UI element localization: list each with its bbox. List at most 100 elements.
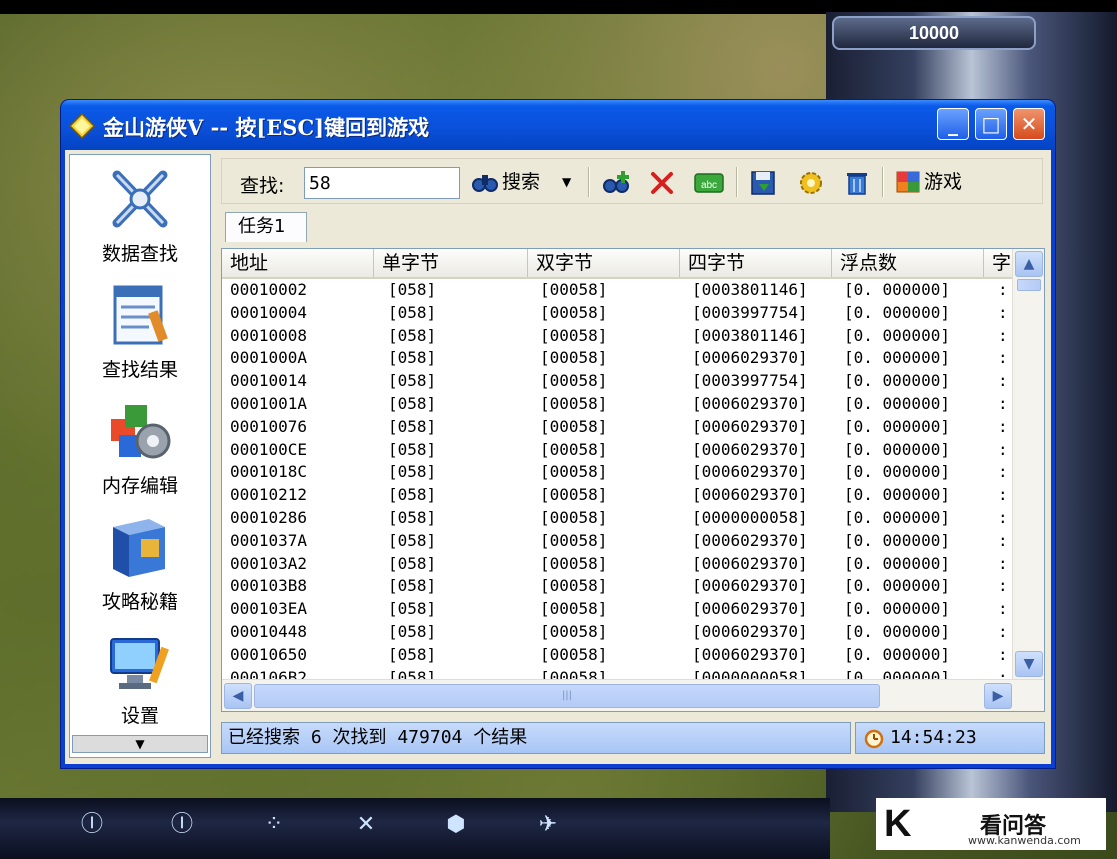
table-row[interactable]: 00010004 [058] [00058] [0003997754] [0. 0000… bbox=[222, 302, 1012, 325]
watermark-logo: K bbox=[884, 803, 912, 845]
table-row[interactable]: 00010286 [058] [00058] [0000000058] [0. 0000… bbox=[222, 507, 1012, 530]
scroll-left-button[interactable]: ◀ bbox=[224, 683, 252, 709]
trash-button[interactable] bbox=[844, 165, 872, 199]
table-row[interactable]: 0001000A [058] [00058] [0006029370] [0. 0000… bbox=[222, 347, 1012, 370]
sidebar-item-settings[interactable]: 设置 bbox=[70, 621, 210, 733]
vertical-scrollbar[interactable]: ▲ ▼ bbox=[1012, 249, 1044, 679]
money-counter: 10000 bbox=[832, 16, 1036, 50]
scroll-up-button[interactable]: ▲ bbox=[1015, 251, 1043, 277]
table-cell: [0006029370] bbox=[692, 622, 808, 641]
sidebar-item-data-search[interactable]: 数据查找 bbox=[70, 159, 210, 271]
table-cell: [00058] bbox=[540, 280, 608, 299]
table-cell: : bbox=[998, 280, 1008, 299]
table-row[interactable]: 000106B2 [058] [00058] [0000000058] [0. 0000… bbox=[222, 667, 1012, 679]
status-time-value: 14:54:23 bbox=[890, 727, 977, 748]
table-body: 00010002 [058] [00058] [0003801146] [0. 0000… bbox=[222, 279, 1012, 679]
table-row[interactable]: 000103A2 [058] [00058] [0006029370] [0. 0000… bbox=[222, 553, 1012, 576]
table-cell: [0. 000000] bbox=[844, 394, 950, 413]
table-cell: : bbox=[998, 644, 1008, 664]
horizontal-scroll-thumb[interactable]: ||| bbox=[254, 684, 880, 708]
binoculars-plus-icon bbox=[603, 171, 629, 193]
table-cell: [00058] bbox=[540, 371, 608, 391]
table-cell: 00010650 bbox=[230, 644, 308, 664]
table-cell: 000103EA bbox=[230, 599, 308, 619]
table-cell: [0. 000000] bbox=[844, 462, 950, 482]
add-binoculars-button[interactable] bbox=[600, 165, 632, 199]
toolbar-separator bbox=[882, 167, 884, 197]
table-cell: [0003997754] bbox=[692, 371, 808, 391]
scroll-right-button[interactable]: ▶ bbox=[984, 683, 1012, 709]
game-button-5[interactable]: ⬢ bbox=[434, 808, 478, 842]
table-cell: [00058] bbox=[540, 599, 608, 619]
rename-button[interactable]: abc bbox=[692, 165, 726, 199]
table-cell: [0006029370] bbox=[692, 576, 808, 596]
table-cell: [0. 000000] bbox=[844, 416, 950, 436]
game-button-6[interactable]: ✈ bbox=[526, 808, 570, 842]
svg-text:abc: abc bbox=[701, 180, 717, 191]
tab-task-1[interactable]: 任务1 bbox=[225, 212, 307, 242]
column-header-dword[interactable]: 四字节 bbox=[680, 249, 832, 277]
table-cell: 0001037A bbox=[230, 530, 308, 550]
table-cell: [00058] bbox=[540, 462, 608, 482]
horizontal-scrollbar[interactable]: ◀ ||| ▶ bbox=[222, 679, 1044, 711]
game-button-1[interactable]: Ⓘ bbox=[70, 808, 114, 842]
table-cell: 00010004 bbox=[230, 302, 308, 322]
sidebar-item-search-results[interactable]: 查找结果 bbox=[70, 275, 210, 387]
minimize-button[interactable]: _ bbox=[937, 108, 969, 140]
table-cell: [00058] bbox=[540, 348, 608, 368]
scroll-down-button[interactable]: ▼ bbox=[1015, 651, 1043, 677]
sidebar-item-guide-book[interactable]: 攻略秘籍 bbox=[70, 507, 210, 619]
table-row[interactable]: 000103EA [058] [00058] [0006029370] [0. 0000… bbox=[222, 598, 1012, 621]
table-cell: : bbox=[998, 416, 1008, 436]
table-cell: [058] bbox=[388, 348, 437, 368]
table-row[interactable]: 000100CE [058] [00058] [0006029370] [0. 0000… bbox=[222, 439, 1012, 462]
search-input[interactable] bbox=[304, 167, 460, 199]
table-cell: [00058] bbox=[540, 416, 608, 436]
table-cell: [058] bbox=[388, 530, 437, 550]
table-row[interactable]: 0001018C [058] [00058] [0006029370] [0. 0000… bbox=[222, 461, 1012, 484]
search-dropdown-button[interactable]: ▼ bbox=[562, 165, 580, 199]
game-button-3[interactable]: ⁘ bbox=[252, 808, 296, 842]
status-message: 已经搜索 6 次找到 479704 个结果 bbox=[221, 722, 851, 754]
app-window: 金山游侠Ⅴ -- 按[ESC]键回到游戏 _ □ ✕ 数据查找 查找结果 内存编… bbox=[61, 100, 1055, 768]
table-row[interactable]: 0001037A [058] [00058] [0006029370] [0. 0000… bbox=[222, 530, 1012, 553]
table-cell: 00010002 bbox=[230, 280, 308, 299]
table-row[interactable]: 000103B8 [058] [00058] [0006029370] [0. 0000… bbox=[222, 575, 1012, 598]
vertical-scroll-thumb[interactable] bbox=[1017, 279, 1041, 291]
game-button-4[interactable]: ✕ bbox=[344, 808, 388, 842]
options-button[interactable] bbox=[796, 165, 828, 199]
table-row[interactable]: 00010448 [058] [00058] [0006029370] [0. 0000… bbox=[222, 621, 1012, 644]
table-cell: [00058] bbox=[540, 485, 608, 505]
abc-icon: abc bbox=[694, 173, 724, 193]
sidebar-scroll-down-button[interactable]: ▼ bbox=[72, 735, 208, 753]
gear-icon bbox=[800, 172, 822, 194]
table-cell: [00058] bbox=[540, 553, 608, 573]
sidebar-item-memory-edit[interactable]: 内存编辑 bbox=[70, 391, 210, 503]
table-cell: [0003801146] bbox=[692, 325, 808, 345]
column-header-byte[interactable]: 单字节 bbox=[374, 249, 528, 277]
table-cell: [0000000058] bbox=[692, 667, 808, 679]
close-button[interactable]: ✕ bbox=[1013, 108, 1045, 140]
table-cell: [058] bbox=[388, 394, 437, 413]
toolbar-separator bbox=[736, 167, 738, 197]
table-row[interactable]: 00010212 [058] [00058] [0006029370] [0. 0000… bbox=[222, 484, 1012, 507]
column-header-address[interactable]: 地址 bbox=[222, 249, 374, 277]
title-bar[interactable]: 金山游侠Ⅴ -- 按[ESC]键回到游戏 _ □ ✕ bbox=[61, 100, 1055, 150]
table-cell: [0006029370] bbox=[692, 599, 808, 619]
table-row[interactable]: 0001001A [058] [00058] [0006029370] [0. 0000… bbox=[222, 393, 1012, 416]
save-button[interactable] bbox=[748, 165, 780, 199]
table-row[interactable]: 00010002 [058] [00058] [0003801146] [0. 0000… bbox=[222, 279, 1012, 302]
search-button[interactable]: 搜索 bbox=[472, 165, 564, 199]
table-row[interactable]: 00010014 [058] [00058] [0003997754] [0. 0000… bbox=[222, 370, 1012, 393]
delete-button[interactable] bbox=[648, 165, 678, 199]
game-button-2[interactable]: Ⓘ bbox=[160, 808, 204, 842]
maximize-button[interactable]: □ bbox=[975, 108, 1007, 140]
table-row[interactable]: 00010008 [058] [00058] [0003801146] [0. 0000… bbox=[222, 325, 1012, 348]
column-header-float[interactable]: 浮点数 bbox=[832, 249, 984, 277]
trash-icon bbox=[847, 173, 867, 195]
game-button[interactable]: 游戏 bbox=[896, 165, 980, 199]
table-row[interactable]: 00010650 [058] [00058] [0006029370] [0. 0000… bbox=[222, 644, 1012, 667]
column-header-word[interactable]: 双字节 bbox=[528, 249, 680, 277]
binoculars-icon bbox=[472, 175, 498, 192]
table-row[interactable]: 00010076 [058] [00058] [0006029370] [0. 0000… bbox=[222, 416, 1012, 439]
